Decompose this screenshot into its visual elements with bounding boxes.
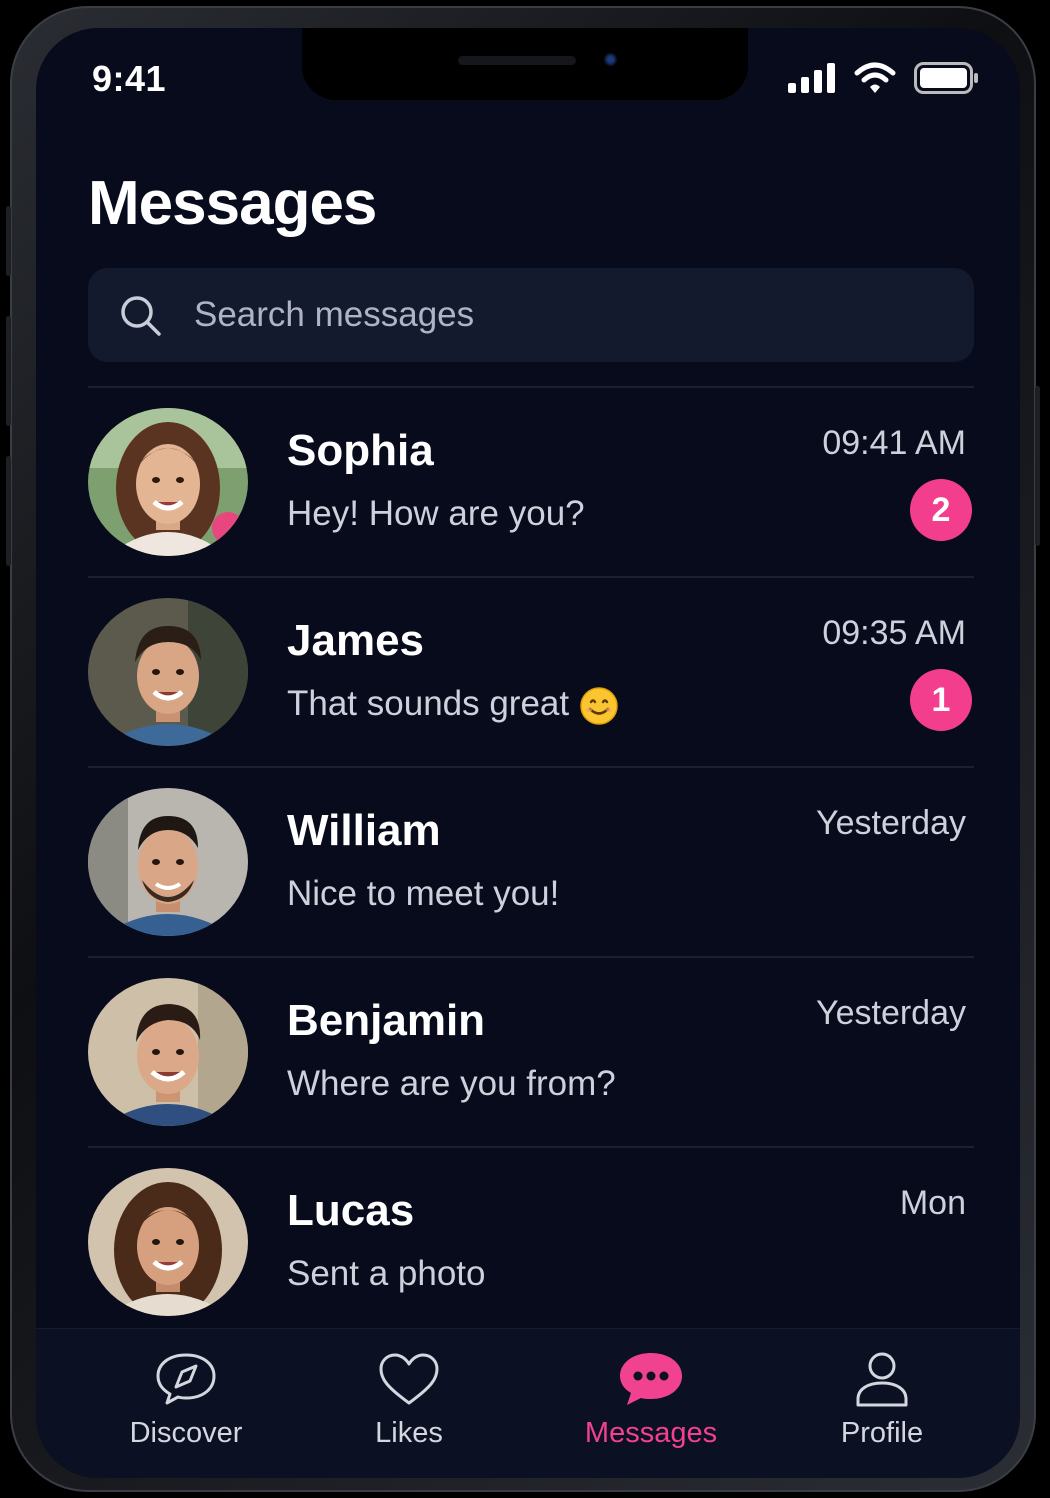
notch — [302, 28, 748, 100]
message-time: 09:35 AM — [822, 614, 966, 652]
unread-badge: 2 — [910, 479, 972, 541]
conversation-row[interactable]: Benjamin Where are you from? Yesterday — [88, 956, 974, 1146]
tab-label: Messages — [584, 1417, 718, 1449]
conversation-row[interactable]: Sophia Hey! How are you? 09:41 AM 2 — [88, 386, 974, 576]
message-preview: Hey! How are you? — [287, 494, 585, 533]
avatar — [88, 788, 248, 936]
tab-discover[interactable]: Discover — [96, 1351, 276, 1450]
message-preview: That sounds great — [287, 684, 619, 726]
conversation-list: Sophia Hey! How are you? 09:41 AM 2 Jame… — [88, 386, 974, 1336]
tab-label: Likes — [375, 1417, 443, 1449]
cellular-signal-icon — [788, 63, 835, 93]
message-time: 09:41 AM — [822, 424, 966, 462]
tab-bar: Discover Likes Messages Profile — [36, 1328, 1020, 1478]
person-icon — [856, 1352, 908, 1407]
wifi-icon — [854, 62, 896, 93]
power-button — [1035, 386, 1040, 546]
volume-down-button — [6, 456, 11, 566]
search-input[interactable] — [192, 294, 896, 336]
compass-chat-icon — [156, 1353, 216, 1405]
page-title: Messages — [88, 169, 377, 238]
contact-name: William — [287, 806, 441, 855]
tab-label: Discover — [129, 1417, 243, 1449]
conversation-row[interactable]: William Nice to meet you! Yesterday — [88, 766, 974, 956]
phone-frame: 9:41 Messages Search messages Sophia Hey… — [6, 6, 1040, 1492]
tab-profile[interactable]: Profile — [792, 1351, 972, 1450]
search-icon — [121, 296, 161, 336]
mute-switch — [6, 206, 11, 276]
volume-up-button — [6, 316, 11, 426]
battery-icon — [914, 62, 978, 94]
avatar — [88, 408, 248, 556]
status-icons — [788, 62, 980, 94]
speaker-grille — [458, 56, 576, 65]
chat-bubble-icon — [620, 1353, 682, 1405]
message-preview: Nice to meet you! — [287, 874, 560, 913]
screen: 9:41 Messages Search messages Sophia Hey… — [36, 28, 1020, 1478]
front-camera — [604, 53, 617, 66]
search-bar[interactable] — [88, 268, 974, 362]
message-preview: Where are you from? — [287, 1064, 616, 1103]
contact-name: Lucas — [287, 1186, 415, 1235]
conversation-row[interactable]: Lucas Sent a photo Mon — [88, 1146, 974, 1336]
status-time: 9:41 — [92, 58, 167, 99]
contact-name: Sophia — [287, 426, 434, 475]
tab-messages[interactable]: Messages — [561, 1351, 741, 1450]
conversation-row[interactable]: James That sounds great 09:35 AM 1 — [88, 576, 974, 766]
message-time: Yesterday — [816, 994, 966, 1032]
contact-name: Benjamin — [287, 996, 486, 1045]
heart-icon — [379, 1353, 439, 1405]
message-time: Yesterday — [816, 804, 966, 842]
message-preview: Sent a photo — [287, 1254, 486, 1293]
unread-badge: 1 — [910, 669, 972, 731]
tab-label: Profile — [840, 1417, 924, 1449]
message-preview-text: That sounds great — [287, 684, 570, 723]
tab-likes[interactable]: Likes — [319, 1351, 499, 1450]
contact-name: James — [287, 616, 425, 665]
smiling-face-emoji-icon — [580, 687, 618, 725]
avatar — [88, 978, 248, 1126]
avatar — [88, 1168, 248, 1316]
avatar — [88, 598, 248, 746]
message-time: Mon — [899, 1184, 966, 1222]
